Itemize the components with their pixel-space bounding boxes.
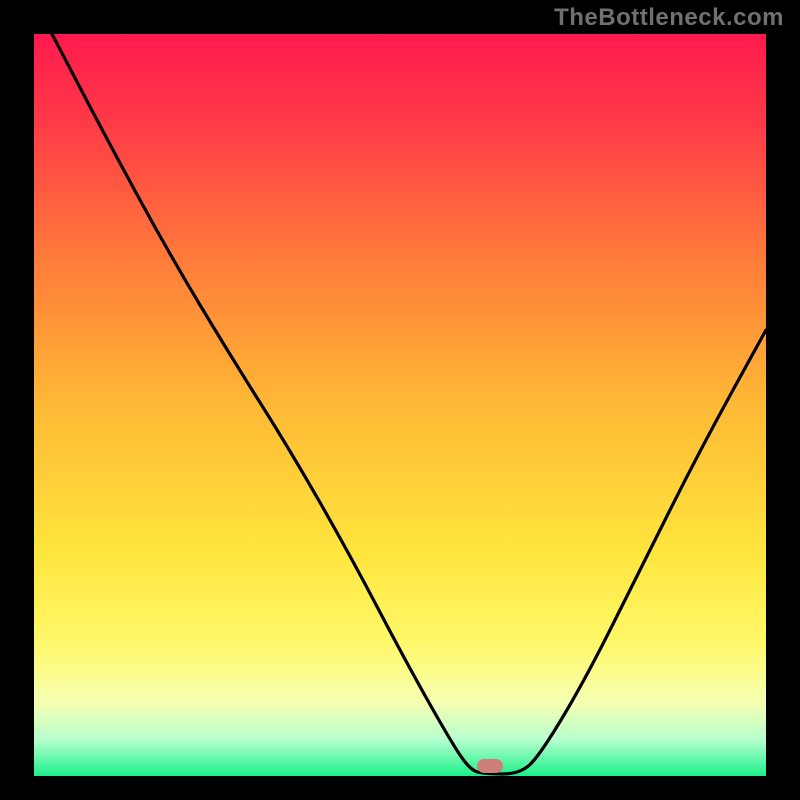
chart-container: TheBottleneck.com	[0, 0, 800, 800]
frame-bottom	[0, 776, 800, 800]
gradient-background	[34, 34, 766, 776]
frame-left	[0, 0, 34, 800]
frame-right	[766, 0, 800, 800]
watermark-text: TheBottleneck.com	[554, 4, 784, 32]
optimum-marker	[477, 759, 503, 773]
